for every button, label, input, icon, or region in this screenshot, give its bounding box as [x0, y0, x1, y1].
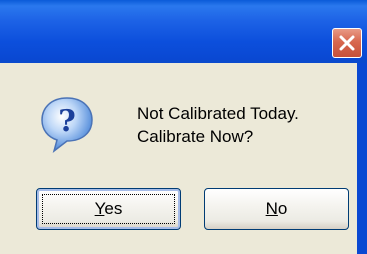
- title-bar[interactable]: [0, 0, 367, 60]
- yes-button[interactable]: Yes: [36, 188, 181, 230]
- no-mnemonic: N: [265, 199, 278, 218]
- close-button[interactable]: [332, 28, 362, 58]
- no-button[interactable]: No: [204, 188, 349, 230]
- window-frame-right: [357, 63, 367, 254]
- dialog-window: ? Not Calibrated Today. Calibrate Now? Y…: [0, 0, 367, 254]
- no-label: o: [277, 199, 288, 218]
- message-line-1: Not Calibrated Today.: [137, 104, 299, 123]
- message-line-2: Calibrate Now?: [137, 127, 254, 146]
- svg-text:?: ?: [58, 104, 76, 139]
- dialog-message: Not Calibrated Today. Calibrate Now?: [137, 102, 355, 148]
- close-icon: [339, 35, 355, 51]
- question-icon: ?: [41, 97, 93, 153]
- focus-rectangle: [42, 194, 175, 224]
